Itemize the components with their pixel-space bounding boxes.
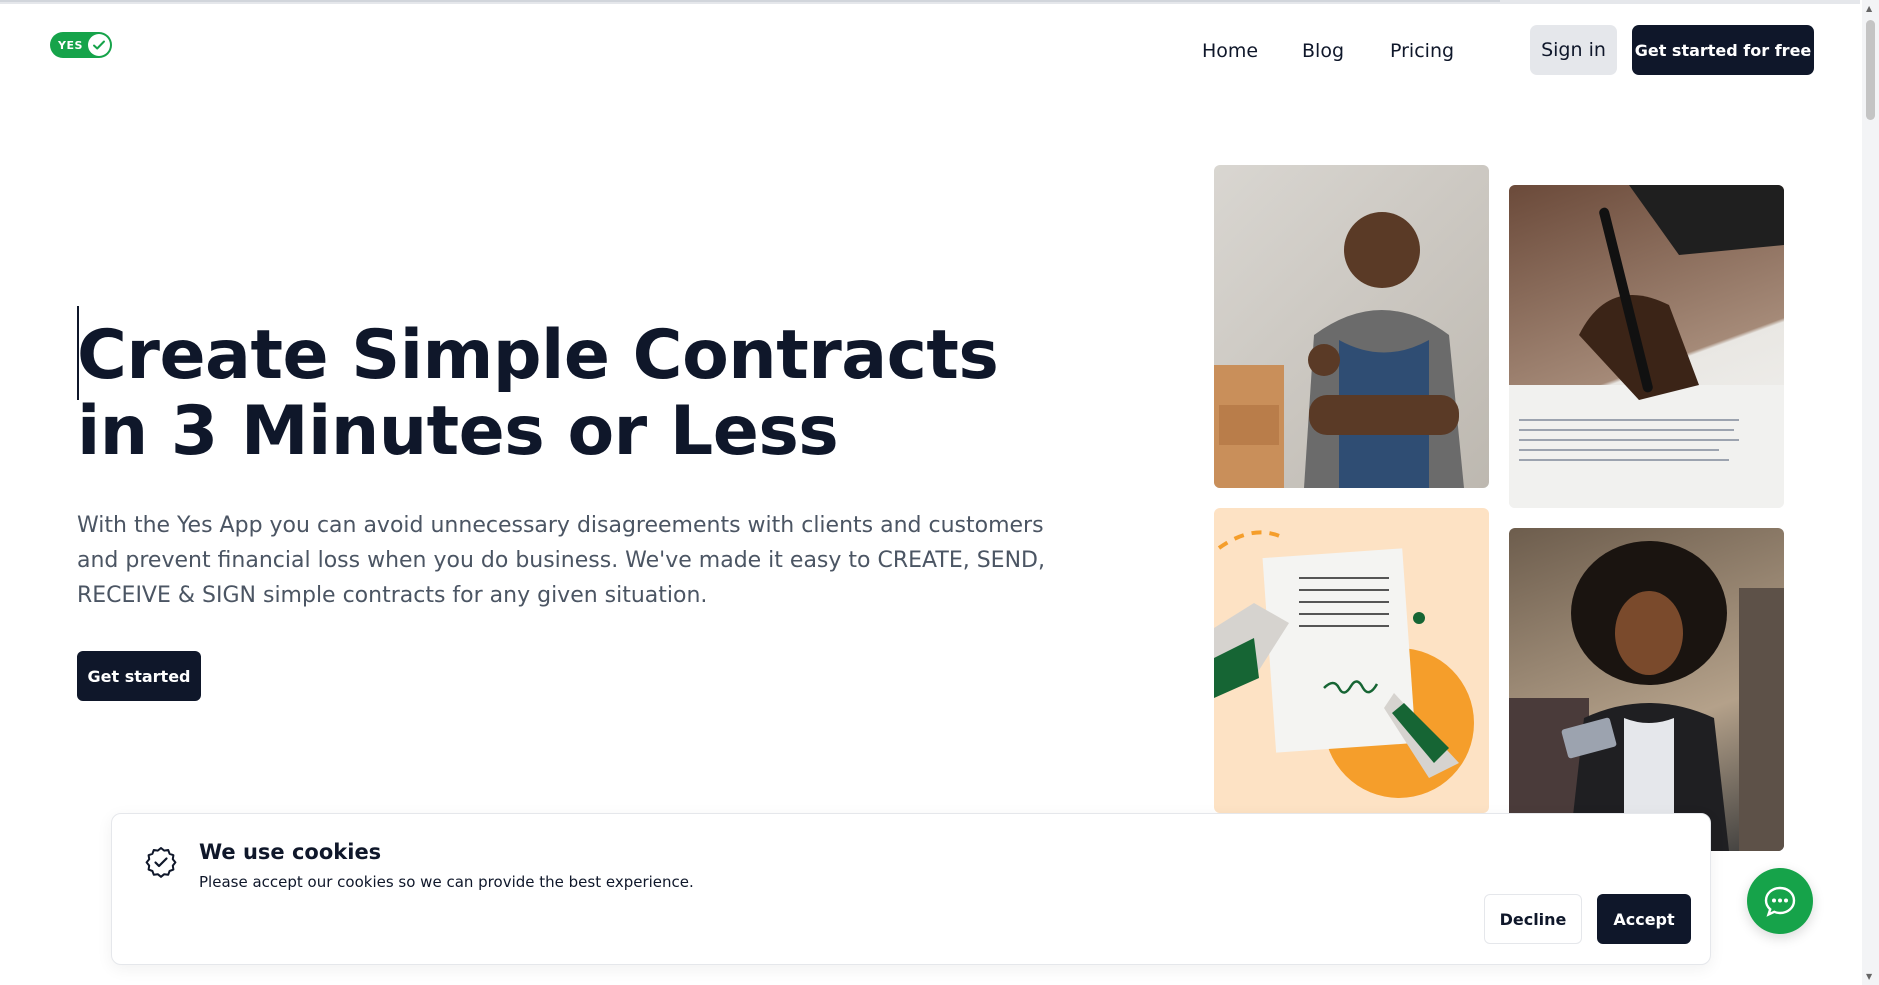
- chat-icon: [1764, 886, 1796, 917]
- cookie-text: Please accept our cookies so we can prov…: [199, 873, 694, 891]
- page: YES Home Blog Pricing Sign in Get starte…: [0, 0, 1879, 985]
- check-icon: [88, 34, 110, 56]
- hand-signing-document-photo: [1509, 185, 1784, 508]
- woman-with-tablet-photo: [1509, 528, 1784, 851]
- cookie-banner: We use cookies Please accept our cookies…: [111, 813, 1711, 965]
- contract-signature-illustration: [1214, 508, 1489, 813]
- hero-title: Create Simple Contracts in 3 Minutes or …: [77, 316, 999, 471]
- get-started-free-button[interactable]: Get started for free: [1632, 25, 1814, 75]
- chat-button[interactable]: [1747, 868, 1813, 934]
- yes-logo[interactable]: YES: [50, 32, 112, 58]
- decline-button[interactable]: Decline: [1484, 894, 1582, 944]
- nav-home[interactable]: Home: [1202, 40, 1258, 62]
- smiling-shopkeeper-photo: [1214, 165, 1489, 488]
- vertical-scrollbar[interactable]: ▲ ▼: [1862, 0, 1879, 985]
- verified-badge-icon: [145, 847, 177, 878]
- nav-blog[interactable]: Blog: [1302, 40, 1344, 62]
- nav-pricing[interactable]: Pricing: [1390, 40, 1454, 62]
- cookie-title: We use cookies: [199, 840, 382, 864]
- scroll-thumb[interactable]: [1866, 20, 1875, 120]
- accept-button[interactable]: Accept: [1597, 894, 1691, 944]
- hero-subtitle: With the Yes App you can avoid unnecessa…: [77, 513, 1045, 608]
- get-started-button[interactable]: Get started: [77, 651, 201, 701]
- logo-text: YES: [58, 38, 83, 52]
- loading-bar: [0, 0, 1860, 4]
- sign-in-button[interactable]: Sign in: [1530, 25, 1617, 75]
- scroll-down-arrow-icon[interactable]: ▼: [1866, 972, 1872, 981]
- scroll-up-arrow-icon[interactable]: ▲: [1866, 4, 1872, 13]
